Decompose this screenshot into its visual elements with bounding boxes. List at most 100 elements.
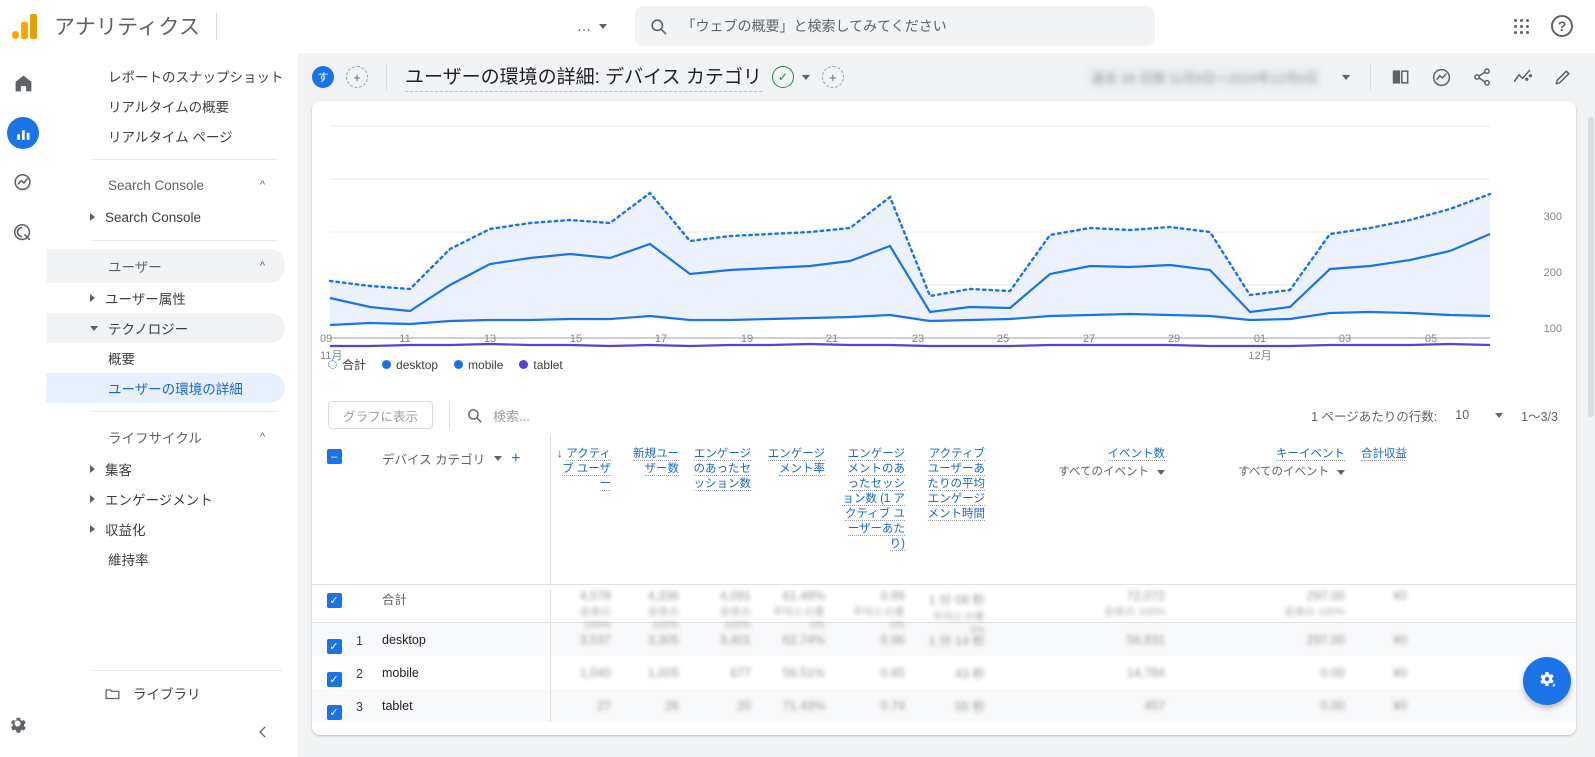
row-rank: 3 [356,699,363,714]
sidebar-item-tech-details[interactable]: ユーザーの環境の詳細 [46,373,285,403]
sidebar-item-library[interactable]: ライブラリ [46,675,298,711]
sidebar-item-acquisition[interactable]: 集客 [46,454,285,484]
metric-header-label: エンゲージメント率 [767,448,825,476]
metric-header-avg-engagement-time[interactable]: アクティブ ユーザーあたりの平均エンゲージメント時間 [917,435,997,584]
sidebar-item-engagement[interactable]: エンゲージメント [46,484,285,514]
dimension-header-cell: デバイス カテゴリ + [382,435,550,584]
rail-item-explore[interactable] [7,167,39,199]
x-axis-tick: 05 [1424,333,1438,345]
row-checkbox[interactable]: ✓ [326,639,342,654]
select-all-checkbox[interactable]: – [326,449,342,464]
row-cell: 71.43% [782,698,825,713]
chevron-down-icon[interactable] [494,456,503,461]
total-subvalue: 全体の 100% [579,606,612,631]
chart-canvas [328,125,1492,348]
metric-header-engaged-sessions[interactable]: エンゲージのあったセッション数 [691,435,763,584]
rows-per-page-select[interactable]: 10 [1455,408,1504,422]
page-scrollbar[interactable] [1587,53,1595,757]
metric-header-total-revenue[interactable]: 合計収益 [1357,435,1419,584]
metric-header-event-count[interactable]: イベント数 すべてのイベント [997,435,1177,584]
sidebar-group-search-console[interactable]: Search Console ^ [46,168,285,202]
total-value: 72,072 [1126,589,1165,603]
sidebar-collapse-button[interactable] [256,725,270,743]
compare-icon[interactable] [1391,67,1411,87]
footer-link-terms[interactable]: 利用規約 [857,754,907,757]
trend-icon[interactable] [1512,67,1533,88]
total-cell: ¥0 [1357,589,1419,603]
row-checkbox[interactable]: ✓ [326,593,342,608]
chart-area-fill [330,193,1490,325]
date-range-selector[interactable]: 過去 28 日間 11月9日〜2024年12月6日 [1087,65,1322,89]
x-axis-tick: 29 [1167,333,1181,345]
total-value: ¥0 [1393,589,1407,603]
legend-dot-icon [382,360,392,369]
sidebar-group-lifecycle[interactable]: ライフサイクル ^ [46,420,285,454]
validated-badge-icon[interactable]: ✓ [771,66,794,88]
chevron-down-icon[interactable] [801,74,810,80]
row-checkbox[interactable]: ✓ [326,705,342,720]
x-axis-tick: 11 [399,333,411,345]
x-axis-tick: 21 [825,333,839,345]
metric-header-engaged-sessions-per-user[interactable]: エンゲージメントのあったセッション数 (1 アクティブ ユーザーあたり) [837,435,917,584]
legend-dot-icon [328,360,337,369]
metric-header-sub[interactable]: すべてのイベント [997,465,1165,480]
row-checkbox[interactable]: ✓ [326,672,342,687]
help-icon[interactable]: ? [1551,15,1573,37]
row-cell: 14,784 [1126,665,1165,680]
global-search-box[interactable]: 「ウェブの概要」と検索してみてください [634,6,1155,46]
rail-item-reports[interactable] [7,117,39,149]
sidebar-item-label: テクノロジー [108,322,189,337]
sidebar-item-user-attributes[interactable]: ユーザー属性 [46,283,285,313]
sidebar-item-overview[interactable]: 概要 [46,343,285,373]
page-header-actions: 過去 28 日間 11月9日〜2024年12月6日 [1087,64,1595,90]
rail-item-settings[interactable] [7,713,28,739]
edit-pencil-icon[interactable] [1553,67,1573,87]
footer-link-home[interactable]: アナリティクス ホーム [713,754,840,757]
metric-header-new-users[interactable]: 新規ユーザー数 [623,435,691,584]
add-comparison-button[interactable]: + [346,66,368,88]
sidebar-library-label: ライブラリ [133,687,201,702]
legend-item-desktop[interactable]: desktop [382,358,438,372]
footer-link-privacy[interactable]: プライバシー ポリシー [924,754,1052,757]
rail-item-advertising[interactable] [7,217,39,249]
sidebar-item-reports-snapshot[interactable]: レポートのスナップショット [46,61,285,91]
metric-header-active-users[interactable]: ↓ アクティブ ユーザー [551,435,623,584]
sidebar-item-technology[interactable]: テクノロジー [46,313,285,343]
sidebar-item-search-console[interactable]: Search Console [46,202,285,232]
share-icon[interactable] [1472,67,1492,87]
metric-header-engagement-rate[interactable]: エンゲージメント率 [763,435,837,584]
metric-header-key-events[interactable]: キーイベント すべてのイベント [1177,435,1357,584]
sidebar-group-user[interactable]: ユーザー ^ [46,249,285,283]
scrollbar-thumb[interactable] [1588,117,1594,417]
legend-item-total[interactable]: 合計 [328,356,366,373]
sidebar-item-realtime-pages[interactable]: リアルタイム ページ [46,121,285,151]
table-row[interactable]: ✓ 2 mobile 1,040 1,005 677 56.51% 0.65 4… [312,656,1576,689]
audience-chip[interactable]: す [312,66,334,88]
brand-title: アナリティクス [54,16,201,39]
plot-rows-button[interactable]: グラフに表示 [328,401,434,429]
sidebar-item-monetization[interactable]: 収益化 [46,514,285,544]
gear-icon [11,717,26,733]
footer-feedback-label[interactable]: ご意見・ご感想をお送りください [1091,754,1279,757]
total-subvalue: 全体の 100% [1103,606,1165,618]
grid-apps-icon[interactable] [1514,18,1529,34]
table-row[interactable]: ✓ 3 tablet 27 26 20 71.43% 0.74 55 秒 457… [312,689,1576,722]
rail-item-home[interactable] [7,67,39,99]
row-select-cell: ✓ [312,658,356,687]
sidebar-item-realtime-overview[interactable]: リアルタイムの概要 [46,91,285,121]
insights-icon[interactable] [1431,67,1452,88]
sidebar-item-label: ユーザー属性 [105,292,186,307]
add-dimension-icon[interactable]: + [511,450,520,468]
insights-fab-button[interactable] [1523,657,1571,705]
add-dimension-button[interactable]: + [821,66,844,88]
sidebar-item-retention[interactable]: 維持率 [46,544,285,574]
chevron-left-icon [259,726,266,738]
legend-item-mobile[interactable]: mobile [454,358,503,372]
account-selector[interactable]: … [577,18,611,35]
legend-item-tablet[interactable]: tablet [519,358,563,372]
account-ellipsis-label: … [576,17,592,35]
chevron-down-icon[interactable] [1342,74,1350,80]
sidebar-item-label: エンゲージメント [105,493,213,508]
metric-header-sub[interactable]: すべてのイベント [1177,465,1345,480]
table-search-input[interactable]: 検索... [466,406,530,425]
